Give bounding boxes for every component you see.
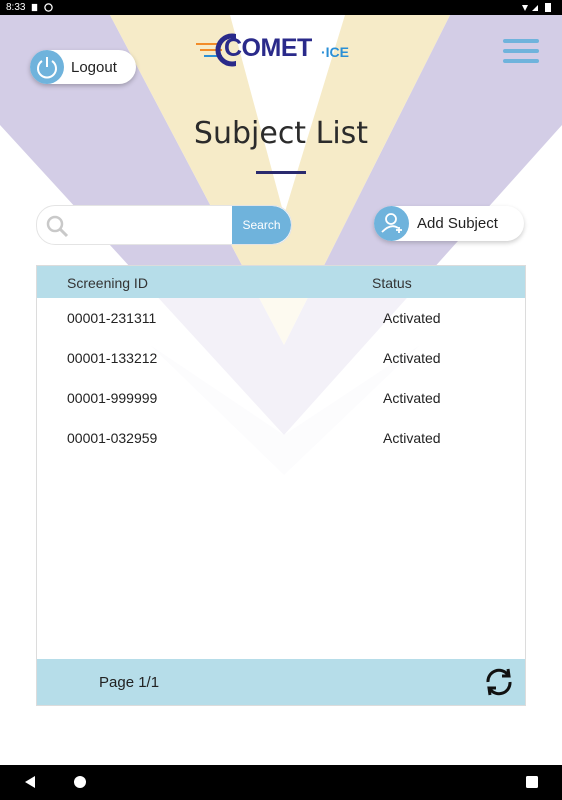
table-row[interactable]: 00001-231311 Activated	[37, 298, 525, 338]
search-input[interactable]	[77, 206, 231, 244]
search-icon	[46, 215, 69, 238]
column-header-screening-id: Screening ID	[67, 275, 148, 291]
column-header-status: Status	[372, 275, 412, 291]
status-time: 8:33	[6, 2, 26, 13]
add-user-icon	[374, 206, 409, 241]
screening-id-cell: 00001-231311	[67, 310, 157, 326]
page-title: Subject List	[193, 116, 369, 151]
status-cell: Activated	[383, 390, 441, 406]
android-nav-bar	[0, 765, 562, 800]
hamburger-menu-icon[interactable]	[503, 39, 539, 67]
page-indicator: Page 1/1	[99, 674, 160, 691]
wifi-battery-icons	[522, 3, 551, 12]
table-footer: Page 1/1	[37, 659, 525, 705]
recents-icon[interactable]	[524, 774, 540, 790]
table-row[interactable]: 00001-032959 Activated	[37, 418, 525, 458]
screening-id-cell: 00001-999999	[67, 390, 158, 406]
status-cell: Activated	[383, 350, 441, 366]
logout-button[interactable]: Logout	[30, 50, 136, 84]
back-icon[interactable]	[22, 774, 38, 790]
logo-word: COMET	[224, 34, 312, 62]
logout-label: Logout	[71, 59, 117, 76]
comet-ice-logo: COMET ·ICE	[196, 30, 366, 72]
power-icon	[30, 50, 64, 84]
screening-id-cell: 00001-133212	[67, 350, 158, 366]
data-saver-icon	[44, 3, 53, 12]
search-button[interactable]: Search	[232, 206, 291, 244]
screening-id-cell: 00001-032959	[67, 430, 158, 446]
status-cell: Activated	[383, 430, 441, 446]
subject-table: Screening ID Status 00001-231311 Activat…	[36, 265, 526, 706]
table-header: Screening ID Status	[37, 266, 525, 298]
title-underline	[256, 171, 306, 174]
add-subject-label: Add Subject	[417, 215, 498, 232]
refresh-icon[interactable]	[482, 665, 516, 699]
search-box: Search	[36, 205, 292, 245]
table-row[interactable]: 00001-133212 Activated	[37, 338, 525, 378]
logo-suffix: ·ICE	[321, 44, 349, 60]
table-row[interactable]: 00001-999999 Activated	[37, 378, 525, 418]
status-bar: 8:33	[0, 0, 562, 15]
add-subject-button[interactable]: Add Subject	[374, 206, 524, 241]
home-icon[interactable]	[72, 774, 88, 790]
status-cell: Activated	[383, 310, 441, 326]
sim-card-icon	[31, 3, 38, 12]
